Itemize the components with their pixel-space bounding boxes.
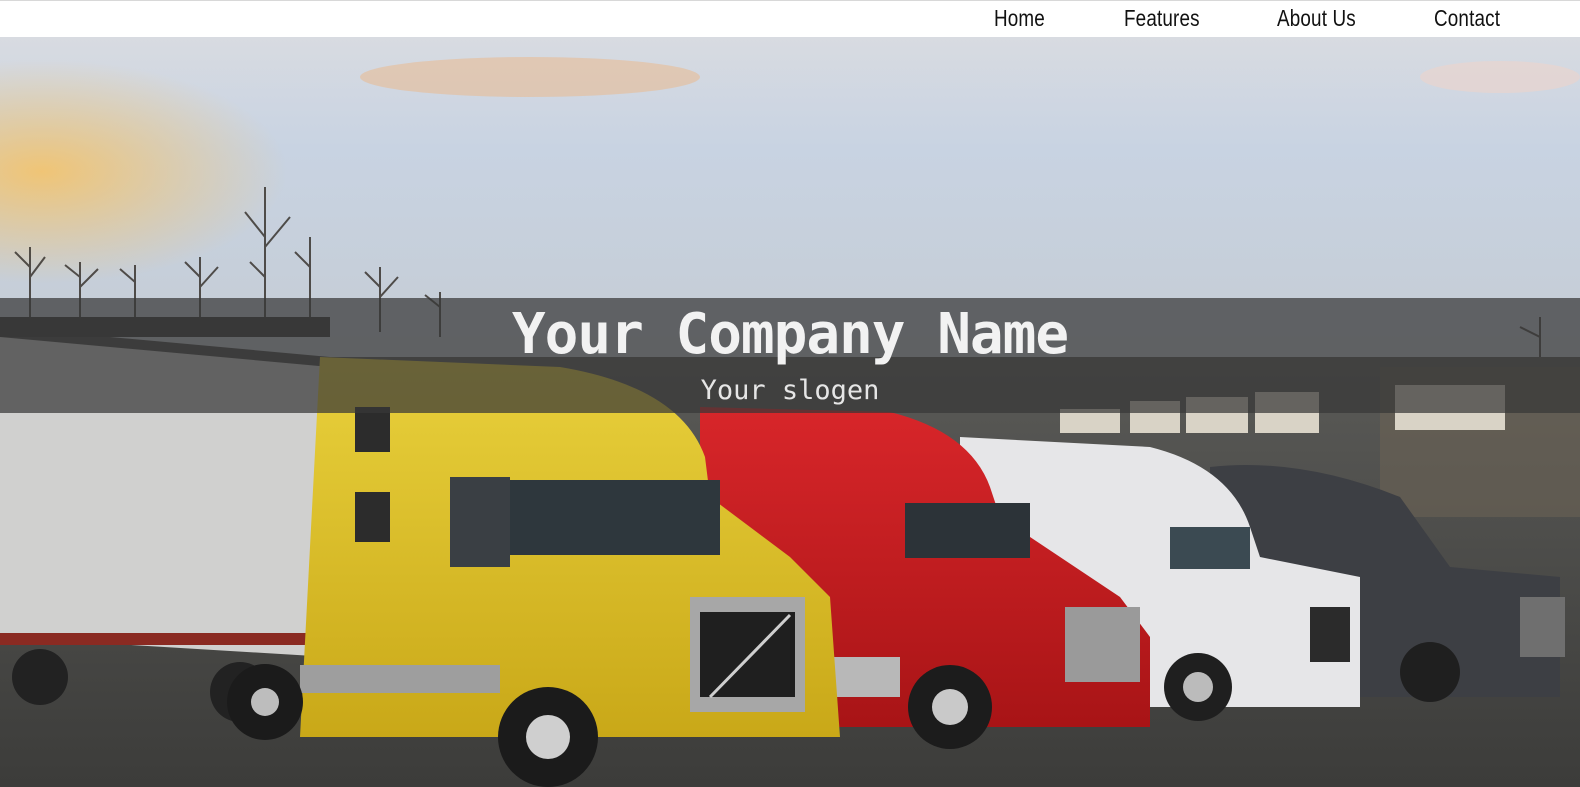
nav-contact-link[interactable]: Contact bbox=[1434, 5, 1500, 32]
top-nav-bar: Home Features About Us Contact bbox=[0, 0, 1580, 37]
company-slogan: Your slogen bbox=[700, 375, 880, 406]
nav-home-link[interactable]: Home bbox=[994, 5, 1045, 32]
company-name-heading: Your Company Name bbox=[511, 302, 1069, 367]
nav-features-link[interactable]: Features bbox=[1124, 5, 1200, 32]
nav-about-link[interactable]: About Us bbox=[1277, 5, 1356, 32]
